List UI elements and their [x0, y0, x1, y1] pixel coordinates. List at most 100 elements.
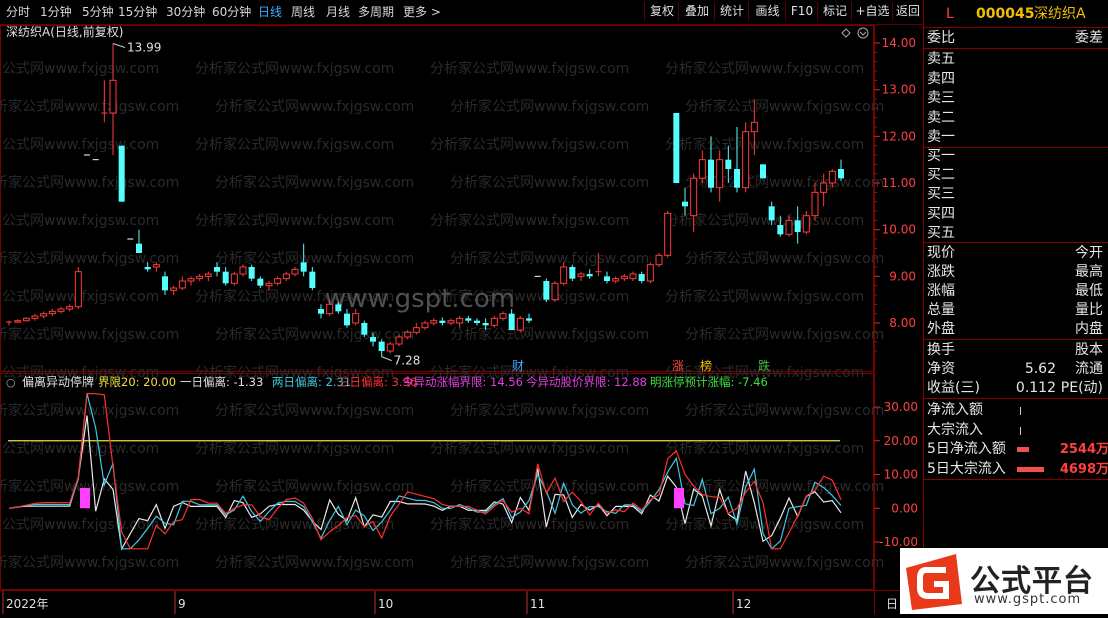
candle-body [698, 159, 706, 179]
fin-row-0-label: 换手 [927, 342, 955, 358]
candle-body [14, 320, 22, 323]
candle-body [178, 280, 186, 289]
watermark-text: 分析家公式网www.fxjgsw.com [0, 212, 159, 229]
period-tab-10[interactable]: 更多 > [403, 4, 441, 20]
candle-body [508, 313, 515, 330]
flow-row-1: 大宗流入 [924, 421, 1108, 440]
candle-body [482, 323, 489, 326]
fin-row-0: 换手 股本 [924, 341, 1108, 360]
period-tab-5[interactable]: 60分钟 [212, 4, 251, 20]
xaxis-label: 12 [736, 597, 751, 611]
period-tab-1[interactable]: 1分钟 [40, 4, 72, 20]
candle-body [74, 271, 82, 308]
period-tab-4[interactable]: 30分钟 [166, 4, 205, 20]
candle-body [664, 212, 672, 256]
candle-body [750, 121, 758, 133]
price-tick-label: 14.00 [882, 36, 916, 50]
sell-level-0-label: 卖五 [927, 51, 955, 67]
toolbar-button-0[interactable]: 复权 [644, 2, 679, 21]
flow-tick [1020, 426, 1021, 435]
period-tab-8[interactable]: 月线 [326, 4, 350, 20]
candle-body [361, 323, 368, 335]
high-pointer [112, 42, 126, 48]
flow-row-2-label: 5日净流入额 [927, 441, 1006, 457]
candle-body [109, 79, 117, 114]
candle-body [300, 262, 307, 272]
stat-row-3: 总量 量比 [924, 301, 1108, 320]
sell-level-1: 卖四 [924, 70, 1108, 89]
indicator-tick-label: 10.00 [884, 468, 918, 482]
toolbar-button-3[interactable]: 画线 [748, 2, 786, 21]
toolbar-button-2[interactable]: 统计 [714, 2, 749, 21]
fin-row-1-label: 净资 [927, 361, 955, 377]
candle-body [742, 131, 750, 189]
fin-row-2-mid: 0.112 [1015, 380, 1056, 396]
site-watermark: www.gspt.com [325, 284, 515, 314]
candle-body [612, 278, 620, 282]
candle-body [222, 271, 229, 284]
candle-body [40, 313, 48, 317]
candle-body [516, 317, 524, 331]
period-tab-7[interactable]: 周线 [291, 4, 315, 20]
toolbar-button-1[interactable]: 叠加 [678, 2, 715, 21]
watermark-text: 分析家公式网www.fxjgsw.com [430, 440, 629, 457]
sell-level-3: 卖二 [924, 109, 1108, 128]
candle-body [629, 273, 637, 280]
stock-name: 深纺织A [1034, 6, 1086, 22]
watermark-text: 分析家公式网www.fxjgsw.com [0, 250, 179, 267]
period-tab-6[interactable]: 日线 [258, 4, 282, 20]
candle-body [620, 275, 628, 280]
event-marker: 跌 [758, 358, 770, 373]
candle-body [291, 268, 299, 275]
flow-bar [1017, 447, 1029, 452]
period-tab-3[interactable]: 15分钟 [118, 4, 157, 20]
candle-body [370, 337, 376, 342]
price-tick-label: 13.00 [882, 83, 916, 97]
xaxis-label: 11 [530, 597, 545, 611]
period-tab-9[interactable]: 多周期 [358, 4, 394, 20]
sell-level-0: 卖五 [924, 50, 1108, 69]
stat-row-2-label: 涨幅 [927, 283, 955, 299]
candle-body [378, 341, 385, 351]
candle-body [785, 219, 793, 235]
candle-body [655, 254, 663, 266]
event-marker: 涨 [672, 358, 684, 373]
xaxis-label: 2022年 [6, 597, 49, 611]
sell-level-1-label: 卖四 [927, 70, 955, 87]
candle-body [682, 201, 688, 207]
candle-body [673, 113, 680, 183]
period-tab-0[interactable]: 分时 [6, 4, 30, 20]
stat-row-0: 现价 今开 [924, 244, 1108, 263]
buy-level-4-label: 买五 [927, 224, 955, 241]
order-ratio-label: 委比 [927, 30, 955, 46]
indicator-value-5: 今异动股价界限: 12.88 [526, 375, 647, 389]
buy-level-2-label: 买三 [927, 186, 955, 203]
toolbar-button-5[interactable]: 标记 [817, 2, 852, 21]
period-tab-2[interactable]: 5分钟 [82, 4, 114, 20]
watermark-text: 分析家公式网www.fxjgsw.com [215, 554, 414, 571]
quote-panel: L 000045 深纺织A 委比 委差 卖五 卖四 卖三 卖二 卖一 买一 买二 买三 买四 买五 现价… [923, 0, 1108, 614]
flow-row-1-label: 大宗流入 [927, 421, 983, 438]
price-tick-label: 8.00 [889, 316, 916, 330]
watermark-text: 分析家公式网www.fxjgsw.com [215, 402, 414, 419]
candle-body [760, 164, 766, 179]
candle-body [352, 313, 360, 324]
flow-tick [1020, 407, 1021, 415]
candle-body [543, 281, 550, 300]
toolbar-button-7[interactable]: 返回 [892, 2, 923, 21]
order-ratio: 委比 委差 [924, 29, 1108, 48]
badge: L [946, 6, 954, 22]
watermark-text: 分析家公式网www.fxjgsw.com [215, 250, 414, 267]
toolbar-button-6[interactable]: +自选 [851, 2, 893, 21]
stock-chart[interactable]: 分析家公式网www.fxjgsw.com 分析家公式网www.fxjgsw.com… [0, 25, 922, 614]
chart-title: 深纺织A(日线,前复权) [6, 25, 123, 39]
candle-body [204, 273, 212, 277]
indicator-value-6: 明涨停预计涨幅: -7.46 [650, 375, 768, 389]
high-label: 13.99 [127, 40, 161, 54]
candle-body [802, 215, 810, 233]
candle-body [638, 274, 645, 281]
candle-body [66, 306, 74, 310]
low-pointer [381, 356, 392, 362]
candle-body [447, 320, 455, 324]
toolbar-button-4[interactable]: F10 [785, 2, 818, 21]
